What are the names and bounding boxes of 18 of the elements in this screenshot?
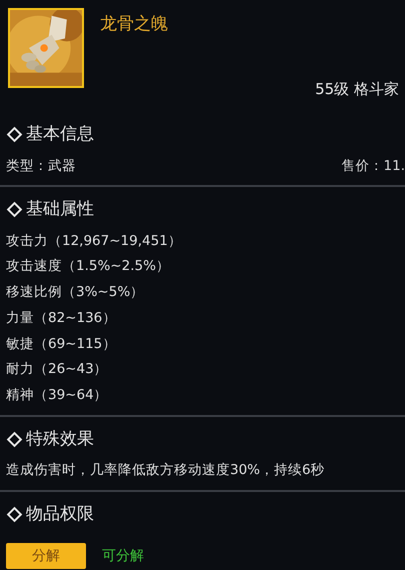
attribute-line: 敏捷（69~115） — [6, 334, 118, 354]
attribute-line: 移速比例（3%~5%） — [6, 283, 146, 302]
sell-price: 售价：11. — [342, 157, 405, 176]
attribute-line: 精神（39~64） — [6, 386, 109, 405]
section-heading: 基础属性 — [26, 198, 94, 222]
level-class-requirement: 55级 格斗家 — [314, 78, 400, 100]
attribute-line: 力量（82~136） — [6, 308, 118, 328]
decompose-status: 可分解 — [102, 546, 144, 566]
section-heading: 物品权限 — [26, 502, 94, 526]
section-heading: 基本信息 — [26, 123, 94, 146]
item-name: 龙骨之魄 — [100, 13, 169, 36]
attribute-line: 攻击速度（1.5%~2.5%） — [6, 257, 171, 276]
item-type: 类型：武器 — [6, 156, 76, 176]
attribute-line: 耐力（26~43） — [6, 360, 109, 380]
attribute-line: 造成伤害时，几率降低敌方移动速度30%，持续6秒 — [6, 461, 326, 480]
attribute-line: 攻击力（12,967~19,451） — [6, 232, 183, 251]
section-heading: 特殊效果 — [26, 428, 94, 451]
decompose-button[interactable]: 分解 — [6, 543, 86, 570]
